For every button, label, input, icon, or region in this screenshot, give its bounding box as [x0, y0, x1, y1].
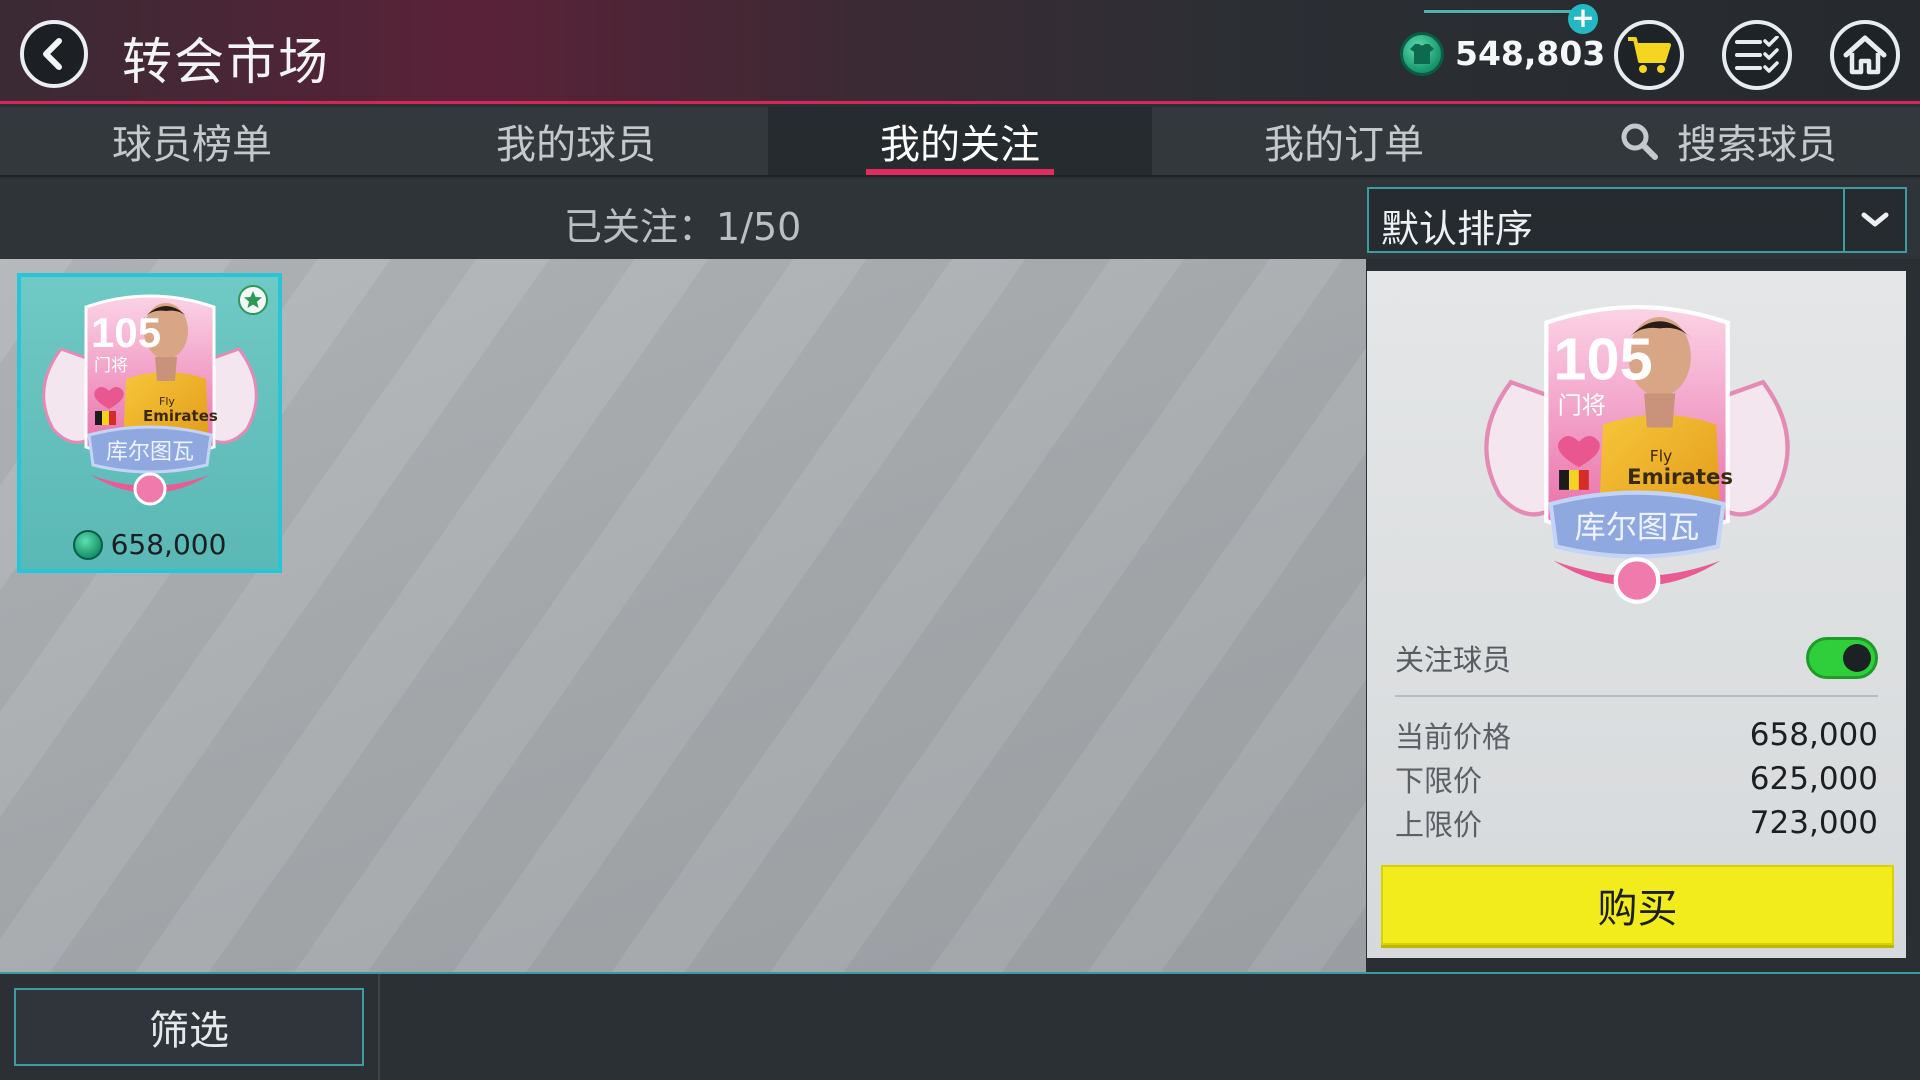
follow-toggle[interactable]: [1806, 637, 1878, 679]
watched-star-icon: [238, 285, 268, 315]
top-bar: 转会市场 + 548,803: [0, 0, 1920, 104]
player-card-art: 105 门将 Fly Emirates 库尔图瓦: [31, 279, 269, 519]
watch-counter-label: 已关注：: [564, 205, 717, 249]
tasks-button[interactable]: [1722, 20, 1792, 90]
card-position: 门将: [94, 356, 128, 376]
watchlist-grid: 105 门将 Fly Emirates 库尔图瓦 658,000: [0, 259, 1366, 972]
detail-player-name: 库尔图瓦: [1575, 510, 1700, 546]
tab-label: 球员榜单: [112, 122, 272, 168]
search-icon: [1621, 123, 1658, 160]
home-button[interactable]: [1830, 20, 1900, 90]
chevron-down-icon: [1861, 212, 1889, 227]
detail-position: 门将: [1558, 391, 1606, 419]
watchlist-toolbar: 已关注：1/50 默认排序: [0, 179, 1920, 259]
page-title: 转会市场: [122, 33, 330, 91]
card-sponsor-line2: Emirates: [143, 407, 218, 425]
detail-sponsor-line2: Emirates: [1627, 465, 1733, 490]
tab-watchlist[interactable]: 我的关注: [768, 107, 1152, 175]
filter-button[interactable]: 筛选: [14, 988, 364, 1066]
tab-label: 我的订单: [1264, 122, 1424, 168]
watch-counter-value: 1/50: [716, 205, 802, 249]
card-rating: 105: [91, 309, 161, 356]
tab-leaderboard[interactable]: 球员榜单: [0, 107, 384, 175]
chevron-left-icon: [43, 38, 62, 70]
detail-card-art: 105 门将 Fly Emirates 库尔图瓦: [1467, 283, 1807, 623]
tab-bar: 球员榜单 我的球员 我的关注 我的订单 搜索球员: [0, 107, 1920, 177]
back-button[interactable]: [20, 20, 88, 88]
price-value: 723,000: [1749, 805, 1878, 841]
price-row-min: 下限价 625,000: [1395, 757, 1878, 801]
follow-player-row: 关注球员: [1395, 631, 1878, 697]
home-icon: [1843, 35, 1887, 75]
sort-dropdown[interactable]: 默认排序: [1367, 187, 1907, 253]
coin-icon: [72, 529, 103, 560]
price-row-current: 当前价格 658,000: [1395, 713, 1878, 757]
card-price: 658,000: [21, 528, 278, 561]
sort-selected-value: 默认排序: [1381, 207, 1534, 251]
cart-icon: [1628, 37, 1671, 73]
buy-button[interactable]: 购买: [1381, 865, 1894, 945]
coin-icon: [1400, 32, 1444, 76]
price-label: 下限价: [1395, 764, 1483, 798]
plus-icon[interactable]: +: [1568, 4, 1598, 34]
active-tab-indicator: [866, 169, 1054, 175]
detail-sponsor-line1: Fly: [1650, 448, 1673, 466]
tab-my-orders[interactable]: 我的订单: [1152, 107, 1536, 175]
price-value: 658,000: [1749, 717, 1878, 753]
coin-bar-line: [1424, 10, 1582, 13]
tab-label: 搜索球员: [1677, 122, 1837, 168]
bottom-bar: 筛选: [0, 972, 1920, 1080]
toggle-knob: [1843, 644, 1871, 672]
price-list: 当前价格 658,000 下限价 625,000 上限价 723,000: [1395, 713, 1878, 845]
price-value: 625,000: [1749, 761, 1878, 797]
tab-label: 我的关注: [880, 122, 1040, 168]
tab-search-players[interactable]: 搜索球员: [1536, 107, 1920, 175]
card-price-value: 658,000: [110, 528, 227, 561]
detail-rating: 105: [1553, 325, 1652, 392]
price-row-max: 上限价 723,000: [1395, 801, 1878, 845]
card-player-name: 库尔图瓦: [106, 440, 194, 465]
watch-counter: 已关注：1/50: [564, 196, 801, 251]
follow-label: 关注球员: [1395, 643, 1512, 677]
tab-my-players[interactable]: 我的球员: [384, 107, 768, 175]
divider: [378, 974, 380, 1080]
price-label: 当前价格: [1395, 720, 1512, 754]
cart-button[interactable]: [1614, 20, 1684, 90]
price-label: 上限价: [1395, 808, 1483, 842]
player-detail-panel: 105 门将 Fly Emirates 库尔图瓦 关注球员 当前价格 658,0…: [1367, 271, 1906, 958]
dropdown-toggle[interactable]: [1843, 189, 1905, 251]
tab-label: 我的球员: [496, 122, 656, 168]
checklist-icon: [1735, 36, 1779, 73]
coin-balance: 548,803: [1455, 34, 1606, 73]
player-card[interactable]: 105 门将 Fly Emirates 库尔图瓦 658,000: [17, 273, 282, 573]
